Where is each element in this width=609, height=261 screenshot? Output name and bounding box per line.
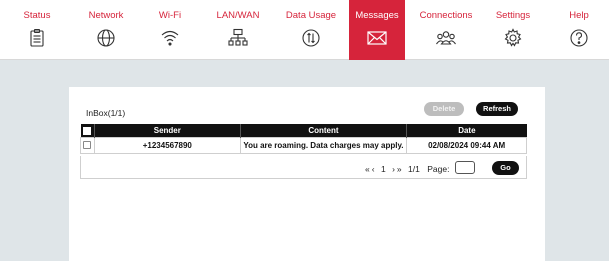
prev-page-button[interactable]: ‹	[372, 164, 375, 174]
row-select-cell[interactable]	[80, 136, 95, 154]
tab-lan-wan[interactable]: LAN/WAN	[212, 0, 264, 60]
column-header-sender: Sender	[94, 124, 241, 137]
top-navigation: Status Network Wi-Fi LAN/WAN Data Usage	[0, 0, 609, 60]
content-cell: You are roaming. Data charges may apply.	[239, 136, 408, 154]
pagination: «‹ 1 ›» 1/1 Page:	[365, 163, 449, 174]
tab-wifi[interactable]: Wi-Fi	[150, 0, 190, 60]
page-number-input[interactable]	[455, 161, 475, 174]
gear-icon	[504, 28, 522, 47]
tab-connections[interactable]: Connections	[418, 0, 474, 60]
first-page-button[interactable]: «	[365, 164, 370, 174]
wifi-icon	[161, 30, 179, 46]
clipboard-icon	[30, 28, 44, 47]
tab-status-label: Status	[23, 10, 51, 21]
last-page-button[interactable]: »	[397, 164, 402, 174]
tab-messages-label: Messages	[355, 10, 399, 21]
select-all-checkbox[interactable]	[83, 126, 92, 135]
sender-cell: +1234567890	[93, 136, 241, 154]
tab-settings[interactable]: Settings	[492, 0, 534, 60]
tab-connections-label: Connections	[419, 10, 473, 21]
tab-data-usage[interactable]: Data Usage	[283, 0, 339, 60]
select-all-cell[interactable]	[80, 124, 95, 137]
table-header-row: Sender Content Date	[80, 124, 527, 137]
network-icon	[228, 28, 248, 46]
table-row[interactable]: +1234567890 You are roaming. Data charge…	[80, 136, 527, 154]
column-header-content: Content	[240, 124, 408, 137]
help-icon	[570, 29, 588, 47]
tab-settings-label: Settings	[495, 10, 531, 21]
page-label: Page:	[427, 163, 450, 174]
delete-button[interactable]: Delete	[424, 102, 464, 116]
envelope-icon	[367, 31, 387, 45]
refresh-button[interactable]: Refresh	[476, 102, 518, 116]
tab-lan-wan-label: LAN/WAN	[216, 10, 260, 21]
date-cell: 02/08/2024 09:44 AM	[406, 136, 527, 154]
row-checkbox[interactable]	[83, 141, 92, 150]
tab-wifi-label: Wi-Fi	[158, 10, 182, 21]
tab-messages[interactable]: Messages	[349, 0, 405, 60]
tab-data-usage-label: Data Usage	[285, 10, 337, 21]
tab-status[interactable]: Status	[20, 0, 54, 60]
messages-table: Sender Content Date +1234567890 You are …	[80, 124, 527, 154]
page-count: 1/1	[408, 163, 420, 174]
globe-icon	[97, 29, 115, 47]
tab-help-label: Help	[569, 10, 589, 21]
tab-network-label: Network	[88, 10, 124, 21]
current-page-number[interactable]: 1	[381, 164, 386, 174]
column-header-date: Date	[406, 124, 527, 137]
tab-help[interactable]: Help	[564, 0, 594, 60]
next-page-button[interactable]: ›	[392, 164, 395, 174]
go-button[interactable]: Go	[492, 161, 519, 175]
tab-network[interactable]: Network	[82, 0, 130, 60]
users-icon	[436, 31, 456, 45]
inbox-title: InBox(1/1)	[86, 108, 126, 118]
data-usage-icon	[302, 29, 320, 47]
